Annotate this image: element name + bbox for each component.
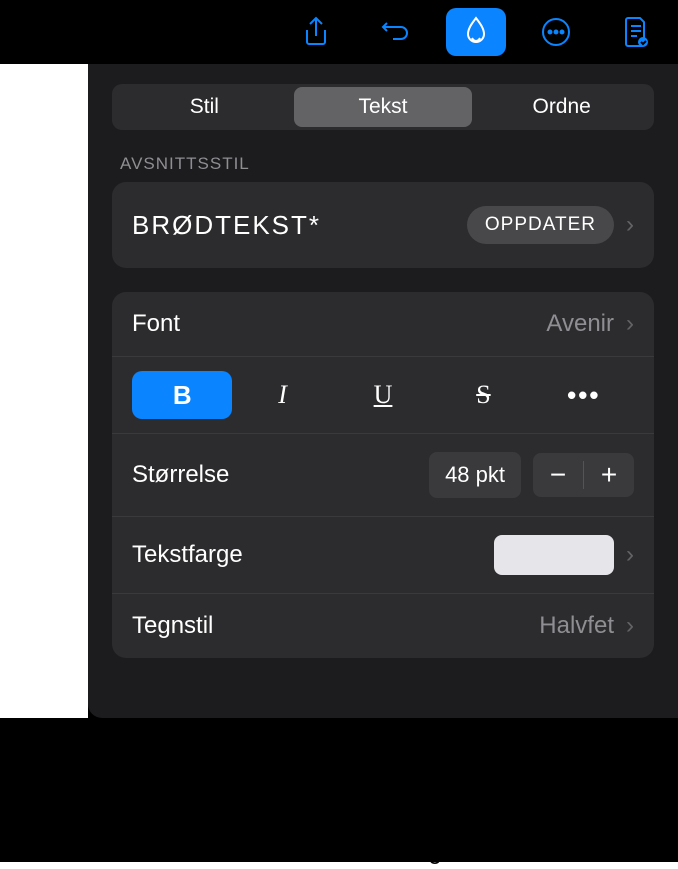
share-icon[interactable] xyxy=(286,8,346,56)
tab-text[interactable]: Tekst xyxy=(294,87,473,127)
panel-tabs: Stil Tekst Ordne xyxy=(112,84,654,130)
size-stepper: − + xyxy=(533,453,634,497)
update-button[interactable]: OPPDATER xyxy=(467,206,614,244)
paragraph-style-row[interactable]: BRØDTEKST* OPPDATER › xyxy=(112,182,654,268)
format-panel: Stil Tekst Ordne AVSNITTSSTIL BRØDTEKST*… xyxy=(88,64,678,718)
strikethrough-button[interactable]: S xyxy=(433,371,533,419)
size-decrease-button[interactable]: − xyxy=(533,453,583,497)
character-style-row[interactable]: Tegnstil Halvfet › xyxy=(112,594,654,658)
document-page xyxy=(0,64,88,718)
font-row[interactable]: Font Avenir › xyxy=(112,292,654,357)
paragraph-style-name: BRØDTEKST* xyxy=(132,210,467,241)
font-section: Font Avenir › B I U S ••• Størrelse 48 p… xyxy=(112,292,654,658)
bold-button[interactable]: B xyxy=(132,371,232,419)
size-increase-button[interactable]: + xyxy=(584,453,634,497)
callout-text: Hvis det er brukt en tegnstil på den mar… xyxy=(150,804,570,869)
paragraph-style-label: AVSNITTSSTIL xyxy=(112,154,654,174)
size-value[interactable]: 48 pkt xyxy=(429,452,521,498)
toolbar xyxy=(0,0,678,64)
tab-arrange[interactable]: Ordne xyxy=(472,87,651,127)
text-format-row: B I U S ••• xyxy=(112,357,654,434)
chevron-right-icon: › xyxy=(626,310,634,338)
italic-button[interactable]: I xyxy=(232,371,332,419)
callout-line xyxy=(174,718,175,798)
tab-style[interactable]: Stil xyxy=(115,87,294,127)
size-row: Størrelse 48 pkt − + xyxy=(112,434,654,517)
format-brush-icon[interactable] xyxy=(446,8,506,56)
font-value: Avenir xyxy=(546,310,614,338)
character-style-label: Tegnstil xyxy=(132,612,539,640)
character-style-value: Halvfet xyxy=(539,612,614,640)
more-icon[interactable] xyxy=(526,8,586,56)
font-label: Font xyxy=(132,310,546,338)
size-label: Størrelse xyxy=(132,461,429,489)
chevron-right-icon: › xyxy=(626,211,634,239)
main-area: Stil Tekst Ordne AVSNITTSSTIL BRØDTEKST*… xyxy=(0,64,678,862)
document-icon[interactable] xyxy=(606,8,666,56)
text-color-row[interactable]: Tekstfarge › xyxy=(112,517,654,594)
more-formatting-button[interactable]: ••• xyxy=(534,371,634,419)
underline-button[interactable]: U xyxy=(333,371,433,419)
chevron-right-icon: › xyxy=(626,612,634,640)
undo-icon[interactable] xyxy=(366,8,426,56)
text-color-label: Tekstfarge xyxy=(132,541,494,569)
color-swatch[interactable] xyxy=(494,535,614,575)
chevron-right-icon: › xyxy=(626,541,634,569)
